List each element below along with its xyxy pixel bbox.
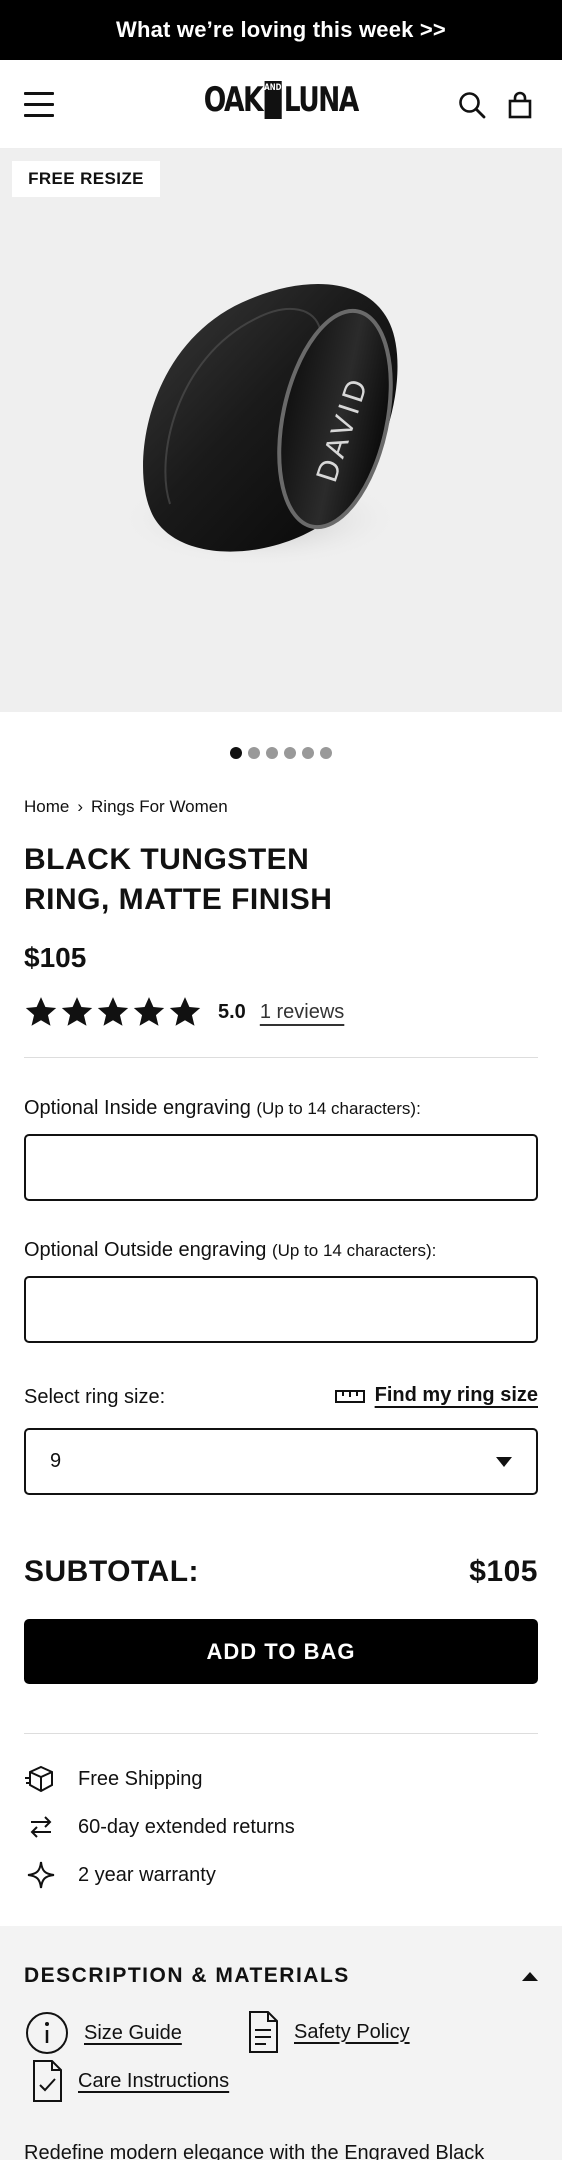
ring-size-value: 9 (50, 1450, 62, 1472)
gallery-dot[interactable] (266, 747, 278, 759)
free-resize-badge: FREE RESIZE (12, 161, 160, 197)
add-to-bag-button[interactable]: ADD TO BAG (24, 1619, 538, 1684)
chevron-up-icon (522, 1971, 538, 1981)
subtotal-label: SUBTOTAL: (24, 1555, 200, 1588)
arrows-exchange-icon (24, 1810, 58, 1844)
ring-image: DAVID (110, 269, 450, 604)
star-rating (24, 995, 202, 1029)
breadcrumb-current[interactable]: Rings For Women (91, 797, 228, 817)
star-icon (61, 997, 93, 1026)
care-instructions-link[interactable]: Care Instructions (30, 2059, 229, 2103)
gallery-dots (0, 747, 562, 759)
ruler-icon (334, 1389, 365, 1403)
perk-label: 2 year warranty (78, 1863, 216, 1886)
breadcrumb-separator: › (77, 797, 84, 816)
product-gallery[interactable]: FREE RESIZE DAVID (0, 149, 562, 712)
outside-engraving-label: Optional Outside engraving (Up to 14 cha… (24, 1239, 437, 1261)
logo-text-left: OAK (203, 80, 264, 120)
size-guide-link[interactable]: Size Guide (24, 2010, 182, 2056)
ring-size-select[interactable]: 9 (24, 1428, 538, 1495)
star-icon (169, 997, 201, 1026)
ring-size-row: Select ring size: Find my ring size (24, 1384, 538, 1414)
reviews-link[interactable]: 1 reviews (260, 1001, 344, 1024)
inside-engraving-input[interactable] (24, 1134, 538, 1201)
info-icon (26, 2012, 68, 2054)
search-icon[interactable] (457, 90, 487, 120)
document-check-icon (33, 2060, 62, 2102)
perk-item: Free Shipping (24, 1755, 295, 1803)
gallery-dot[interactable] (284, 747, 296, 759)
gallery-dot[interactable] (320, 747, 332, 759)
perk-item: 60-day extended returns (24, 1803, 295, 1851)
description-body: Redefine modern elegance with the Engrav… (24, 2142, 485, 2160)
description-section: DESCRIPTION & MATERIALS Size Guide Safet… (0, 1926, 562, 2160)
gallery-dot[interactable] (230, 747, 242, 759)
chevron-down-icon (496, 1456, 512, 1467)
product-title: BLACK TUNGSTEN RING, MATTE FINISH (24, 843, 333, 916)
package-icon (24, 1762, 58, 1796)
sparkle-icon (24, 1858, 58, 1892)
perk-item: 2 year warranty (24, 1851, 295, 1899)
logo-text-right: LUNA (284, 80, 360, 120)
description-accordion-toggle[interactable]: DESCRIPTION & MATERIALS (24, 1964, 538, 1988)
breadcrumb: Home › Rings For Women (24, 797, 228, 817)
inside-engraving-label: Optional Inside engraving (Up to 14 char… (24, 1097, 421, 1119)
document-icon (249, 2011, 278, 2053)
product-price: $105 (24, 942, 87, 973)
gallery-dot[interactable] (248, 747, 260, 759)
site-header: OAK AND LUNA (0, 60, 562, 149)
find-ring-size-link[interactable]: Find my ring size (334, 1384, 538, 1407)
perk-label: Free Shipping (78, 1767, 203, 1790)
star-icon (133, 997, 165, 1026)
rating-value: 5.0 (218, 1000, 246, 1023)
divider (24, 1057, 538, 1058)
perks-list: Free Shipping 60-day extended returns 2 … (24, 1755, 295, 1899)
gallery-dot[interactable] (302, 747, 314, 759)
logo-amp: AND (264, 81, 282, 119)
divider (24, 1733, 538, 1734)
bag-icon[interactable] (505, 90, 535, 120)
safety-policy-link[interactable]: Safety Policy (246, 2010, 410, 2054)
subtotal-value: $105 (469, 1555, 538, 1588)
perk-label: 60-day extended returns (78, 1815, 295, 1838)
ring-size-label: Select ring size: (24, 1386, 166, 1408)
announcement-text[interactable]: What we’re loving this week >> (116, 17, 446, 43)
star-icon (97, 997, 129, 1026)
description-title: DESCRIPTION & MATERIALS (24, 1964, 350, 1987)
announcement-bar[interactable]: What we’re loving this week >> (0, 0, 562, 60)
product-rating: 5.0 1 reviews (24, 995, 344, 1029)
breadcrumb-home[interactable]: Home (24, 797, 69, 817)
subtotal: SUBTOTAL: $105 (24, 1555, 538, 1589)
outside-engraving-input[interactable] (24, 1276, 538, 1343)
star-icon (25, 997, 57, 1026)
